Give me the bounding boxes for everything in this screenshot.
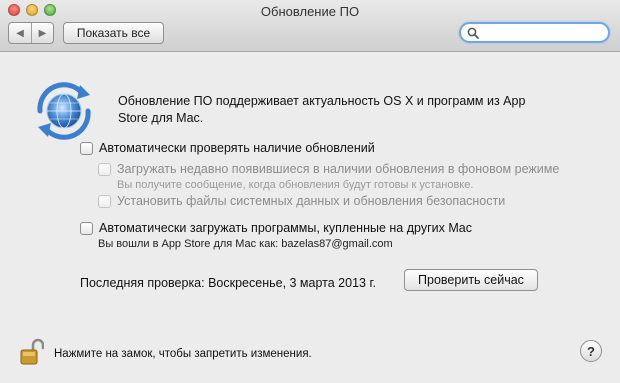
search-icon [467,27,479,39]
search-field[interactable] [459,22,610,43]
check-now-button[interactable]: Проверить сейчас [404,269,538,291]
search-input[interactable] [482,24,602,41]
forward-button[interactable]: ▶ [30,23,53,43]
lock-open-icon[interactable] [20,338,45,369]
forward-arrow-icon: ▶ [38,27,47,39]
background-download-label: Загружать недавно появившиеся в наличии … [117,162,560,176]
system-files-option: Установить файлы системных данных и обно… [98,194,505,208]
app-store-account-note: Вы вошли в App Store для Mac как: bazela… [98,238,393,250]
background-download-checkbox [98,162,111,176]
background-download-note: Вы получите сообщение, когда обновления … [117,179,474,191]
auto-check-label: Автоматически проверять наличие обновлен… [99,141,375,155]
title-bar: Обновление ПО ◀ ▶ Показать все [0,0,620,52]
auto-download-apps-label: Автоматически загружать программы, купле… [99,221,472,235]
window-title: Обновление ПО [260,4,360,19]
lock-row: Нажмите на замок, чтобы запретить измене… [20,338,312,369]
pane-description: Обновление ПО поддерживает актуальность … [118,94,526,125]
auto-download-apps-option[interactable]: Автоматически загружать программы, купле… [80,221,472,235]
lock-instruction-text: Нажмите на замок, чтобы запретить измене… [54,347,312,360]
system-files-checkbox [98,194,111,208]
auto-download-apps-checkbox[interactable] [80,221,93,235]
last-check-text: Последняя проверка: Воскресенье, 3 марта… [80,276,376,290]
system-files-label: Установить файлы системных данных и обно… [117,194,506,208]
auto-check-option[interactable]: Автоматически проверять наличие обновлен… [80,141,375,155]
help-button[interactable]: ? [580,340,602,362]
preferences-window: Обновление ПО ◀ ▶ Показать все Обновлени… [0,0,620,383]
preference-pane: Обновление ПО поддерживает актуальность … [0,53,620,383]
back-forward-group: ◀ ▶ [8,22,54,44]
back-button[interactable]: ◀ [9,23,31,43]
show-all-button[interactable]: Показать все [63,22,164,44]
back-arrow-icon: ◀ [16,27,24,39]
software-update-icon [30,77,98,145]
auto-check-checkbox[interactable] [80,141,93,155]
background-download-option: Загружать недавно появившиеся в наличии … [98,162,559,176]
